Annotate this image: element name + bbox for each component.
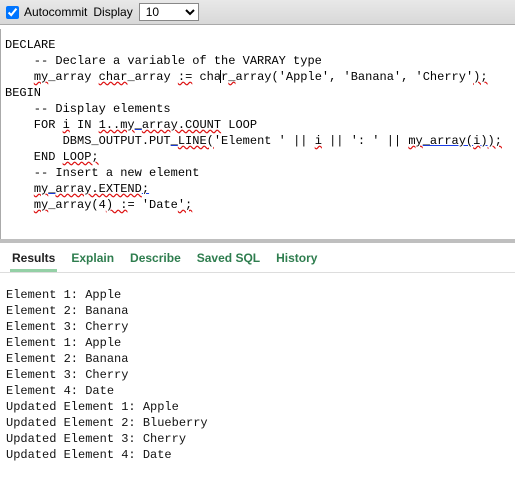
display-select[interactable]: 10	[139, 3, 199, 21]
tab-explain[interactable]: Explain	[69, 249, 116, 270]
tab-history[interactable]: History	[274, 249, 319, 270]
output-panel: Results Explain Describe Saved SQL History E…	[0, 239, 515, 471]
editor-line: END LOOP;	[5, 149, 511, 165]
editor-line: -- Display elements	[5, 101, 511, 117]
display-label: Display	[93, 5, 132, 19]
sql-editor[interactable]: DECLARE -- Declare a variable of the VAR…	[0, 29, 515, 239]
tab-describe[interactable]: Describe	[128, 249, 183, 270]
output-tabs: Results Explain Describe Saved SQL History	[0, 245, 515, 273]
tab-results[interactable]: Results	[10, 249, 57, 272]
text-cursor	[220, 70, 221, 83]
editor-line: DECLARE	[5, 37, 511, 53]
editor-line: DBMS_OUTPUT.PUT_LINE('Element ' || i || …	[5, 133, 511, 149]
editor-line: my_array char_array := char_array('Apple…	[5, 69, 511, 85]
editor-line: my_array.EXTEND;	[5, 181, 511, 197]
editor-line: FOR i IN 1..my_array.COUNT LOOP	[5, 117, 511, 133]
editor-line: BEGIN	[5, 85, 511, 101]
editor-line: -- Insert a new element	[5, 165, 511, 181]
autocommit-checkbox[interactable]	[6, 6, 19, 19]
toolbar: Autocommit Display 10	[0, 0, 515, 25]
tab-saved-sql[interactable]: Saved SQL	[195, 249, 262, 270]
editor-line: my_array(4) := 'Date';	[5, 197, 511, 213]
editor-line: -- Declare a variable of the VARRAY type	[5, 53, 511, 69]
results-output: Element 1: Apple Element 2: Banana Eleme…	[0, 273, 515, 471]
autocommit-control[interactable]: Autocommit	[6, 5, 87, 19]
autocommit-label: Autocommit	[24, 5, 87, 19]
